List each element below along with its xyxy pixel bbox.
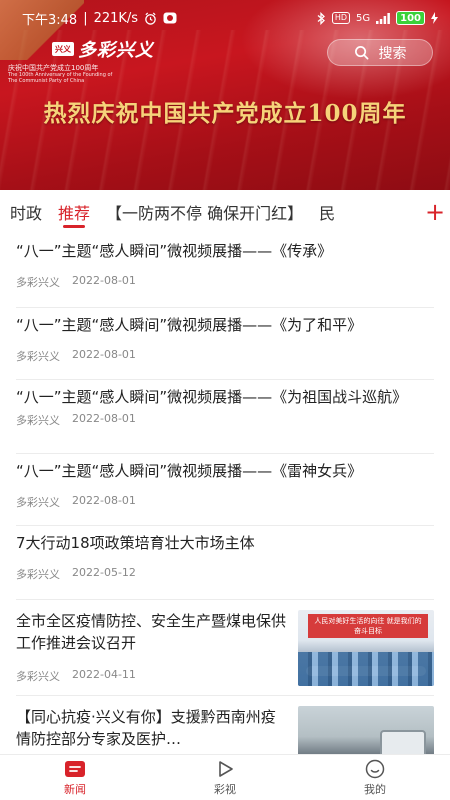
news-date: 2022-04-11 xyxy=(72,668,136,681)
thumbnail-caption: 人民对美好生活的向往 就是我们的奋斗目标 xyxy=(308,614,428,638)
logo-subtitle: 庆祝中国共产党成立100周年 xyxy=(8,64,99,72)
nav-news[interactable]: 新闻 xyxy=(0,755,150,800)
banner-slogan: 热烈庆祝中国共产党成立100周年 xyxy=(43,100,407,127)
news-date: 2022-08-01 xyxy=(72,412,136,425)
news-date: 2022-08-01 xyxy=(72,494,136,507)
news-icon xyxy=(64,759,86,779)
hd-badge: HD xyxy=(331,12,350,24)
news-item[interactable]: “八一”主题“感人瞬间”微视频展播——《传承》 多彩兴义 2022-08-01 xyxy=(16,234,434,308)
news-date: 2022-08-01 xyxy=(72,348,136,361)
nav-profile-label: 我的 xyxy=(364,782,386,796)
news-title: “八一”主题“感人瞬间”微视频展播——《传承》 xyxy=(16,242,333,260)
news-title: 【同心抗疫·兴义有你】支援黔西南州疫情防控部分专家及医护… xyxy=(16,708,276,748)
tab-shizheng[interactable]: 时政 xyxy=(0,190,50,234)
search-button[interactable]: 搜索 xyxy=(327,39,433,66)
bluetooth-icon xyxy=(317,11,326,25)
news-title: “八一”主题“感人瞬间”微视频展播——《为了和平》 xyxy=(16,316,363,334)
signal-label: 5G xyxy=(356,12,371,24)
tab-recommend[interactable]: 推荐 xyxy=(50,190,98,234)
news-meta: 多彩兴义 2022-05-12 xyxy=(16,566,434,582)
nav-video[interactable]: 彩视 xyxy=(150,755,300,800)
news-item[interactable]: 【同心抗疫·兴义有你】支援黔西南州疫情防控部分专家及医护… xyxy=(16,696,434,754)
charging-icon xyxy=(431,12,438,24)
news-source: 多彩兴义 xyxy=(16,350,60,363)
search-label: 搜索 xyxy=(378,45,407,62)
news-item[interactable]: “八一”主题“感人瞬间”微视频展播——《为祖国战斗巡航》 多彩兴义 2022-0… xyxy=(16,380,434,454)
search-icon xyxy=(354,46,368,60)
news-date: 2022-08-01 xyxy=(72,274,136,287)
alarm-icon xyxy=(144,12,157,25)
thumbnail-people xyxy=(298,652,434,686)
play-icon xyxy=(214,759,236,779)
news-source: 多彩兴义 xyxy=(16,568,60,581)
battery-indicator: 100 xyxy=(396,11,425,25)
app-logo: 兴义 多彩兴义 庆祝中国共产党成立100周年 The 100th Anniver… xyxy=(8,36,154,84)
channel-tabs: 时政 推荐 【一防两不停 确保开门红】 民 xyxy=(0,190,450,234)
status-bar: 下午3:48 | 221K/s HD 5G 100 xyxy=(0,0,450,36)
nav-profile[interactable]: 我的 xyxy=(300,755,450,800)
news-meta: 多彩兴义 2022-08-01 xyxy=(16,274,434,290)
news-source: 多彩兴义 xyxy=(16,414,60,427)
news-title: “八一”主题“感人瞬间”微视频展播——《为祖国战斗巡航》 xyxy=(16,388,408,406)
header-banner: 下午3:48 | 221K/s HD 5G 100 兴义 多彩兴义 庆祝中国共产… xyxy=(0,0,450,190)
profile-icon xyxy=(364,759,386,779)
tab-min[interactable]: 民 xyxy=(311,190,343,234)
news-meta: 多彩兴义 2022-08-01 xyxy=(16,412,434,428)
news-thumbnail: 人民对美好生活的向往 就是我们的奋斗目标 xyxy=(298,610,434,686)
logo-seal: 兴义 xyxy=(52,42,74,56)
tab-fade-overlay xyxy=(384,190,424,234)
add-channel-button[interactable]: + xyxy=(420,190,450,234)
status-divider: | xyxy=(83,10,88,26)
news-title: 7大行动18项政策培育壮大市场主体 xyxy=(16,534,255,552)
status-network-speed: 221K/s xyxy=(93,10,139,26)
tab-epidemic-prevention[interactable]: 【一防两不停 确保开门红】 xyxy=(98,190,311,234)
news-thumbnail xyxy=(298,706,434,754)
signal-bars-icon xyxy=(376,12,391,24)
logo-title: 多彩兴义 xyxy=(78,40,154,61)
nav-news-label: 新闻 xyxy=(64,782,86,796)
news-title: “八一”主题“感人瞬间”微视频展播——《雷神女兵》 xyxy=(16,462,363,480)
news-meta: 多彩兴义 2022-04-11 xyxy=(16,668,286,684)
news-source: 多彩兴义 xyxy=(16,276,60,289)
logo-subtitle-en: The 100th Anniversary of the Founding of… xyxy=(8,72,113,84)
news-item[interactable]: 7大行动18项政策培育壮大市场主体 多彩兴义 2022-05-12 xyxy=(16,526,434,600)
news-item[interactable]: 全市全区疫情防控、安全生产暨煤电保供工作推进会议召开 多彩兴义 2022-04-… xyxy=(16,600,434,696)
news-title: 全市全区疫情防控、安全生产暨煤电保供工作推进会议召开 xyxy=(16,612,287,652)
news-item[interactable]: “八一”主题“感人瞬间”微视频展播——《为了和平》 多彩兴义 2022-08-0… xyxy=(16,308,434,380)
thumbnail-bus xyxy=(380,730,426,754)
nav-video-label: 彩视 xyxy=(214,782,236,796)
bottom-navigation: 新闻 彩视 我的 xyxy=(0,754,450,800)
notification-app-icon xyxy=(163,12,177,24)
status-time: 下午3:48 xyxy=(22,12,78,28)
news-date: 2022-05-12 xyxy=(72,566,136,579)
news-meta: 多彩兴义 2022-08-01 xyxy=(16,348,434,364)
news-meta: 多彩兴义 2022-08-01 xyxy=(16,494,434,510)
news-item[interactable]: “八一”主题“感人瞬间”微视频展播——《雷神女兵》 多彩兴义 2022-08-0… xyxy=(16,454,434,526)
news-list: “八一”主题“感人瞬间”微视频展播——《传承》 多彩兴义 2022-08-01 … xyxy=(0,234,450,754)
news-source: 多彩兴义 xyxy=(16,670,60,683)
news-source: 多彩兴义 xyxy=(16,496,60,509)
